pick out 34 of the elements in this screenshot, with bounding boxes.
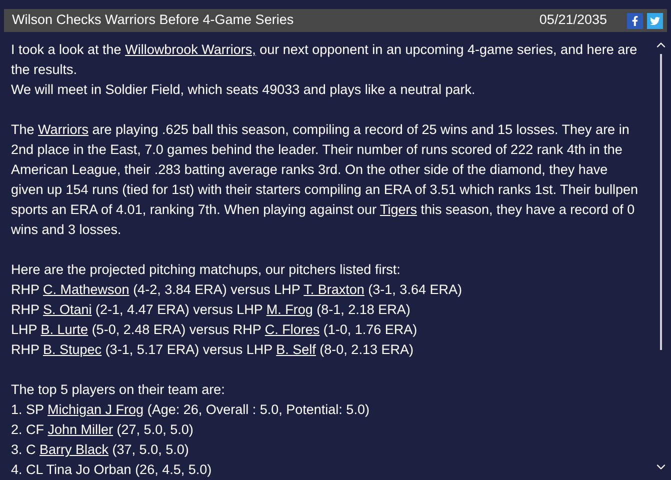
bird-icon — [650, 16, 660, 26]
paragraph-text: We will meet in Soldier Field, which seats 49033 and plays like a neutral park. — [11, 81, 476, 99]
link[interactable]: Willowbrook Warriors, — [125, 42, 256, 57]
paragraph-text: I took a look at the Willowbrook Warriors, our next opponent in an upcoming 4-game series, and here are the results. — [11, 41, 638, 79]
link[interactable]: B. Self — [276, 342, 316, 357]
paragraph-text: 1. SP Michigan J Frog (Age: 26, Overall : 5.0, Potential: 5.0) — [11, 401, 370, 419]
link[interactable]: B. Stupec — [43, 342, 102, 357]
link[interactable]: C. Flores — [264, 322, 320, 337]
link[interactable]: T. Braxton — [304, 282, 364, 297]
paragraph-text: Here are the projected pitching matchups, our pitchers listed first: — [11, 261, 402, 279]
link[interactable]: Barry Black — [40, 442, 109, 457]
paragraph-text: The top 5 players on their team are: — [11, 381, 226, 399]
paragraph-text: RHP S. Otani (2-1, 4.47 ERA) versus LHP M. Frog (8-1, 2.18 ERA) — [11, 301, 412, 319]
article-title: Wilson Checks Warriors Before 4-Game Series — [12, 11, 295, 30]
facebook-icon — [630, 16, 640, 26]
article-date: 05/21/2035 — [539, 11, 607, 30]
link[interactable]: John Miller — [48, 422, 114, 437]
paragraph-text: The Warriors are playing .625 ball this season, compiling a record of 25 wins and 15 losses. They are in 2nd place in the East, 7.0 games behind the leader. Their number of runs scored of 222 rank 4th in the American League, their .283 batting average ranks 3rd. On the other side of the diamond, they have given up 154 runs (tied for 1st) with their starters compiling an ERA of 3.51 which ranks 1st. Their bullpen sports an ERA of 4.01, ranking 7th. When playing against our Tigers this season, they have a record of 0 wins and 3 losses. — [11, 121, 640, 239]
paragraph-text: 3. C Barry Black (37, 5.0, 5.0) — [11, 441, 190, 459]
paragraph-text: RHP C. Mathewson (4-2, 3.84 ERA) versus LHP T. Braxton (3-1, 3.64 ERA) — [11, 281, 463, 299]
link[interactable]: Warriors — [38, 122, 89, 137]
paragraph-text: LHP B. Lurte (5-0, 2.48 ERA) versus RHP C. Flores (1-0, 1.76 ERA) — [11, 321, 418, 339]
link[interactable]: Tigers — [380, 202, 417, 217]
paragraph-text: RHP B. Stupec (3-1, 5.17 ERA) versus LHP B. Self (8-0, 2.13 ERA) — [11, 341, 414, 359]
link[interactable]: C. Mathewson — [43, 282, 130, 297]
link[interactable]: Michigan J Frog — [48, 402, 144, 417]
facebook-share-button[interactable] — [627, 12, 643, 28]
link[interactable]: M. Frog — [266, 302, 313, 317]
paragraph-text: 4. CL Tina Jo Orban (26, 4.5, 5.0) — [11, 461, 213, 479]
link[interactable]: S. Otani — [43, 302, 92, 317]
scroll-thumb[interactable] — [660, 54, 662, 350]
link[interactable]: B. Lurte — [40, 322, 88, 337]
twitter-share-button[interactable] — [647, 12, 663, 28]
paragraph-text: 2. CF John Miller (27, 5.0, 5.0) — [11, 421, 194, 439]
